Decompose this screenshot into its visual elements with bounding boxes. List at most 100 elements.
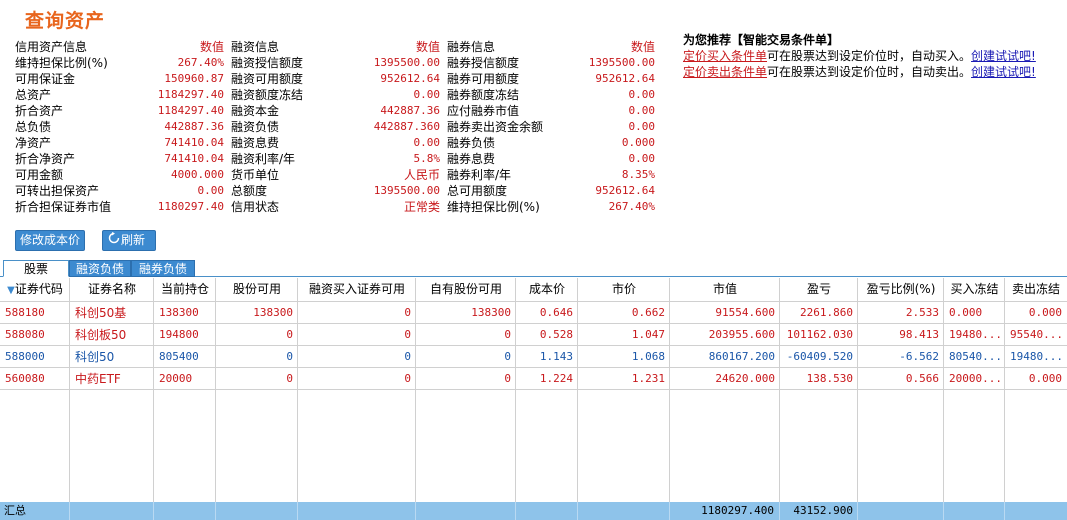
info-row: 融资可用额度 952612.64 <box>231 71 440 87</box>
info-label: 应付融券市值 <box>447 104 520 118</box>
cell-margin-available: 0 <box>404 306 411 319</box>
promo-title: 为您推荐【智能交易条件单】 <box>683 33 840 47</box>
tab-lending-debt[interactable]: 融券负债 <box>131 260 195 277</box>
refresh-button[interactable]: 刷新 <box>102 230 156 251</box>
info-value: 1184297.40 <box>157 104 224 117</box>
info-label: 融资授信额度 <box>231 56 304 70</box>
column-header[interactable]: 融资买入证券可用 <box>298 278 416 300</box>
table-row[interactable]: 588180 科创50基 138300 138300 0 138300 0.646 0.662… <box>0 302 1067 324</box>
column-header[interactable]: 市值 <box>670 278 780 300</box>
info-header-label: 融资信息 <box>231 40 280 54</box>
cell-market-value: 860167.200 <box>708 350 775 363</box>
info-value: 1180297.40 <box>157 200 224 213</box>
info-value: 0.000 <box>621 136 655 149</box>
cell-margin-available: 0 <box>404 350 411 363</box>
cell-available: 138300 <box>253 306 293 319</box>
info-label: 总可用额度 <box>447 184 508 198</box>
column-header[interactable]: 盈亏 <box>780 278 858 300</box>
info-row: 融券负债 0.000 <box>447 135 655 151</box>
info-header-value: 数值 <box>199 40 224 54</box>
info-row: 融券授信额度 1395500.00 <box>447 55 655 71</box>
cell-pnl: 101162.030 <box>786 328 853 341</box>
info-row: 维持担保比例(%) 267.40% <box>15 55 224 71</box>
tab-stock[interactable]: 股票 <box>3 260 69 277</box>
info-label: 总负债 <box>15 120 52 134</box>
info-value: 1184297.40 <box>157 88 224 101</box>
cell-market-value: 91554.600 <box>715 306 775 319</box>
info-row: 融资息费 0.00 <box>231 135 440 151</box>
info-row: 可转出担保资产 0.00 <box>15 183 224 199</box>
column-header[interactable]: 证券名称 <box>70 278 154 300</box>
sell-condition-link[interactable]: 定价卖出条件单 <box>683 65 767 79</box>
cell-price: 1.068 <box>631 350 665 363</box>
column-header[interactable]: 盈亏比例(%) <box>858 278 944 300</box>
column-header[interactable]: 市价 <box>578 278 670 300</box>
column-header[interactable]: 股份可用 <box>216 278 298 300</box>
info-header-value: 数值 <box>415 40 440 54</box>
info-header-row: 融券信息 数值 <box>447 39 655 55</box>
cell-sell-frozen: 95540... <box>1010 328 1063 341</box>
table-row[interactable]: 560080 中药ETF 20000 0 0 0 1.224 1.231 24620.000 13… <box>0 368 1067 390</box>
info-row: 信用状态 正常类 <box>231 199 440 215</box>
column-header[interactable]: 当前持仓 <box>154 278 216 300</box>
cell-name: 科创板50 <box>75 328 127 342</box>
info-label: 信用状态 <box>231 200 280 214</box>
promo-text: 可在股票达到设定价位时，自动买入。 <box>767 49 972 63</box>
cell-sell-frozen: 19480... <box>1010 350 1063 363</box>
info-header-value: 数值 <box>630 40 655 54</box>
modify-cost-button[interactable]: 修改成本价 <box>15 230 85 251</box>
cell-code: 560080 <box>5 372 45 385</box>
info-label: 折合担保证券市值 <box>15 200 112 214</box>
cell-available: 0 <box>286 350 293 363</box>
cell-pnl-ratio: -6.562 <box>899 350 939 363</box>
info-label: 净资产 <box>15 136 52 150</box>
refresh-label: 刷新 <box>121 233 146 247</box>
create-sell-link[interactable]: 创建试试吧! <box>971 65 1036 79</box>
table-row[interactable]: 588000 科创50 805400 0 0 0 1.143 1.068 860167.200-… <box>0 346 1067 368</box>
cell-buy-frozen: 20000... <box>949 372 1002 385</box>
cell-cost: 1.143 <box>539 350 573 363</box>
info-label: 融券额度冻结 <box>447 88 520 102</box>
info-row: 总资产 1184297.40 <box>15 87 224 103</box>
info-value: 442887.360 <box>373 120 440 133</box>
info-row: 总负债 442887.36 <box>15 119 224 135</box>
tab-financing-debt[interactable]: 融资负债 <box>69 260 131 277</box>
table-row[interactable]: 588080 科创板50 194800 0 0 0 0.528 1.047 203955.600… <box>0 324 1067 346</box>
cell-buy-frozen: 80540... <box>949 350 1002 363</box>
info-label: 融资本金 <box>231 104 280 118</box>
cell-name: 中药ETF <box>75 372 121 386</box>
cell-code: 588080 <box>5 328 45 341</box>
create-buy-link[interactable]: 创建试试吧! <box>971 49 1036 63</box>
financing-info-panel: 融资信息 数值 融资授信额度 1395500.00 融资可用额度 952612.64… <box>231 39 440 215</box>
info-label: 融券负债 <box>447 136 496 150</box>
info-row: 折合资产 1184297.40 <box>15 103 224 119</box>
info-row: 可用保证金 150960.87 <box>15 71 224 87</box>
info-row: 折合担保证券市值 1180297.40 <box>15 199 224 215</box>
summary-label: 汇总 <box>4 504 26 517</box>
buy-condition-link[interactable]: 定价买入条件单 <box>683 49 767 63</box>
info-row: 货币单位 人民币 <box>231 167 440 183</box>
column-header[interactable]: 买入冻结 <box>944 278 1005 300</box>
cell-own-available: 0 <box>504 328 511 341</box>
info-value: 0.00 <box>628 120 656 133</box>
cell-position: 194800 <box>159 328 199 341</box>
info-label: 融资利率/年 <box>231 152 296 166</box>
column-header[interactable]: 自有股份可用 <box>416 278 516 300</box>
cell-own-available: 0 <box>504 372 511 385</box>
info-value: 0.00 <box>413 136 441 149</box>
info-value: 5.8% <box>413 152 441 165</box>
info-label: 维持担保比例(%) <box>447 200 540 214</box>
column-header[interactable]: 卖出冻结 <box>1005 278 1067 300</box>
info-row: 融资利率/年 5.8% <box>231 151 440 167</box>
info-row: 融券额度冻结 0.00 <box>447 87 655 103</box>
info-value: 8.35% <box>621 168 655 181</box>
info-label: 融券利率/年 <box>447 168 512 182</box>
info-row: 融资授信额度 1395500.00 <box>231 55 440 71</box>
cell-position: 20000 <box>159 372 193 385</box>
summary-pnl: 43152.900 <box>793 504 853 517</box>
column-header[interactable]: 成本价 <box>516 278 578 300</box>
info-value: 人民币 <box>403 168 440 182</box>
column-header[interactable]: ▼证券代码 <box>0 278 70 300</box>
info-value: 952612.64 <box>595 184 655 197</box>
cell-pnl-ratio: 98.413 <box>899 328 939 341</box>
